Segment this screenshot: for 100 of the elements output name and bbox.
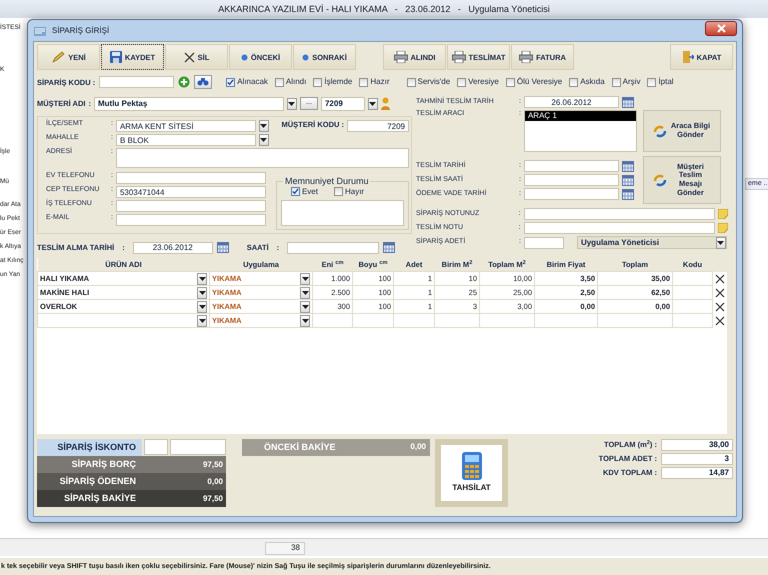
date-field[interactable]: 23.06.2012	[132, 242, 213, 254]
checkbox[interactable]	[457, 78, 466, 86]
checkbox-label[interactable]: Veresiye	[468, 77, 499, 87]
calendar-icon[interactable]	[622, 188, 634, 200]
checkbox-label[interactable]: Servis'de	[418, 77, 450, 87]
dropdown-button[interactable]	[716, 236, 726, 248]
delete-icon[interactable]	[715, 274, 725, 284]
dropdown-button[interactable]	[258, 120, 269, 132]
count-field[interactable]	[524, 236, 564, 248]
customer-code-field[interactable]: 7209	[320, 96, 365, 110]
dropdown-button[interactable]	[197, 286, 207, 299]
note-field[interactable]	[280, 200, 404, 226]
dropdown-button[interactable]	[197, 272, 207, 285]
checkbox[interactable]	[612, 78, 621, 86]
checkbox-label[interactable]: Evet	[302, 187, 318, 197]
printer-icon	[394, 51, 408, 63]
delete-icon[interactable]	[715, 302, 725, 312]
date-field[interactable]	[524, 188, 619, 200]
caret-icon	[260, 138, 268, 142]
calendar-icon[interactable]	[383, 242, 396, 254]
checkbox-label[interactable]: Arşiv	[622, 77, 640, 87]
checkbox-label[interactable]: Askıda	[580, 77, 605, 87]
checkbox-label[interactable]: Hayır	[344, 187, 364, 197]
dropdown-button[interactable]	[197, 300, 207, 313]
checkbox[interactable]	[274, 78, 284, 86]
caret-icon	[198, 290, 206, 295]
checkbox[interactable]	[506, 78, 515, 86]
caret-icon	[198, 304, 206, 309]
checkbox[interactable]	[406, 78, 416, 86]
record-count: 38	[265, 542, 305, 555]
date-field[interactable]	[524, 174, 619, 186]
customer-field[interactable]: Mutlu Pektaş	[94, 96, 284, 110]
caret-icon	[198, 276, 206, 281]
checkbox[interactable]	[647, 78, 656, 86]
calculator-icon	[462, 452, 482, 480]
collect-button[interactable]: TAHSİLAT	[435, 438, 508, 507]
dropdown-button[interactable]	[300, 300, 310, 313]
text-field[interactable]	[116, 214, 266, 226]
text-field[interactable]	[116, 200, 266, 212]
delete-icon[interactable]	[715, 288, 725, 298]
combo-field[interactable]: B BLOK	[116, 134, 256, 146]
calendar-icon[interactable]	[622, 160, 634, 172]
checkbox[interactable]	[569, 78, 578, 86]
discount-field[interactable]	[144, 438, 168, 455]
total-field[interactable]: 14,87	[661, 466, 733, 479]
balance-value: 97,50	[202, 458, 224, 471]
dropdown-button[interactable]	[368, 98, 378, 110]
date-field[interactable]: 26.06.2012	[524, 96, 619, 108]
total-field[interactable]: 38,00	[661, 438, 733, 451]
dropdown-button[interactable]	[300, 286, 310, 299]
checkbox-label[interactable]: Hazır	[370, 77, 390, 87]
printer-icon	[452, 51, 466, 63]
pencil-icon	[51, 51, 66, 63]
caret-icon	[302, 276, 308, 281]
dropdown-button[interactable]	[197, 314, 207, 327]
combo-field[interactable]: ARMA KENT SİTESİ	[116, 120, 256, 132]
text-field[interactable]	[116, 172, 266, 184]
discount-field[interactable]	[170, 438, 226, 455]
order-code-field[interactable]	[99, 76, 174, 88]
dropdown-button[interactable]	[300, 272, 310, 285]
checkbox-label[interactable]: Ölü Veresiye	[516, 77, 562, 87]
balance-label: SİPARİŞ BAKİYE	[63, 492, 137, 505]
app-title: AKKARINCA YAZILIM EVİ - HALI YIKAMA - 23.06.2012 - Uygulama Yöneticisi	[0, 0, 768, 18]
calendar-icon[interactable]	[622, 96, 634, 108]
dropdown-button[interactable]	[258, 134, 269, 146]
note-field[interactable]	[524, 222, 716, 234]
checkbox-label[interactable]: İptal	[658, 77, 674, 87]
door-icon	[682, 51, 694, 63]
dropdown-button[interactable]	[300, 314, 310, 327]
customer-code-field[interactable]: 7209	[347, 120, 409, 132]
balance-label: ÖNCEKİ BAKİYE	[264, 442, 336, 452]
address-field[interactable]	[116, 148, 409, 168]
checkbox[interactable]	[334, 187, 343, 196]
text-field[interactable]: 5303471044	[116, 186, 266, 198]
checkbox[interactable]	[290, 187, 300, 196]
caret-icon	[288, 102, 296, 106]
search-button[interactable]	[194, 75, 212, 89]
sync-icon	[653, 174, 668, 186]
dropdown-button[interactable]	[286, 98, 297, 110]
dot-icon	[302, 54, 310, 60]
vehicle-list[interactable]: ARAÇ 1	[524, 110, 637, 152]
add-icon[interactable]	[178, 76, 190, 88]
checkbox-label[interactable]: İşlemde	[324, 77, 352, 87]
total-field[interactable]: 3	[661, 452, 733, 465]
close-button[interactable]	[705, 20, 737, 36]
balance-label: SİPARİŞ BORÇ	[70, 458, 137, 471]
delete-icon[interactable]	[715, 316, 725, 326]
list-item[interactable]: ARAÇ 1	[524, 111, 636, 121]
time-field[interactable]	[287, 242, 380, 254]
calendar-icon[interactable]	[622, 174, 634, 186]
checkbox[interactable]	[359, 78, 368, 86]
date-field[interactable]	[524, 160, 619, 172]
calendar-icon[interactable]	[216, 242, 229, 254]
checkbox-label[interactable]: Alındı	[286, 77, 306, 87]
caret-icon	[302, 318, 308, 323]
balance-value: 0,00	[206, 476, 224, 488]
checkbox[interactable]	[226, 78, 236, 86]
checkbox-label[interactable]: Alınacak	[237, 77, 268, 87]
note-field[interactable]	[524, 208, 716, 220]
checkbox[interactable]	[313, 78, 322, 86]
